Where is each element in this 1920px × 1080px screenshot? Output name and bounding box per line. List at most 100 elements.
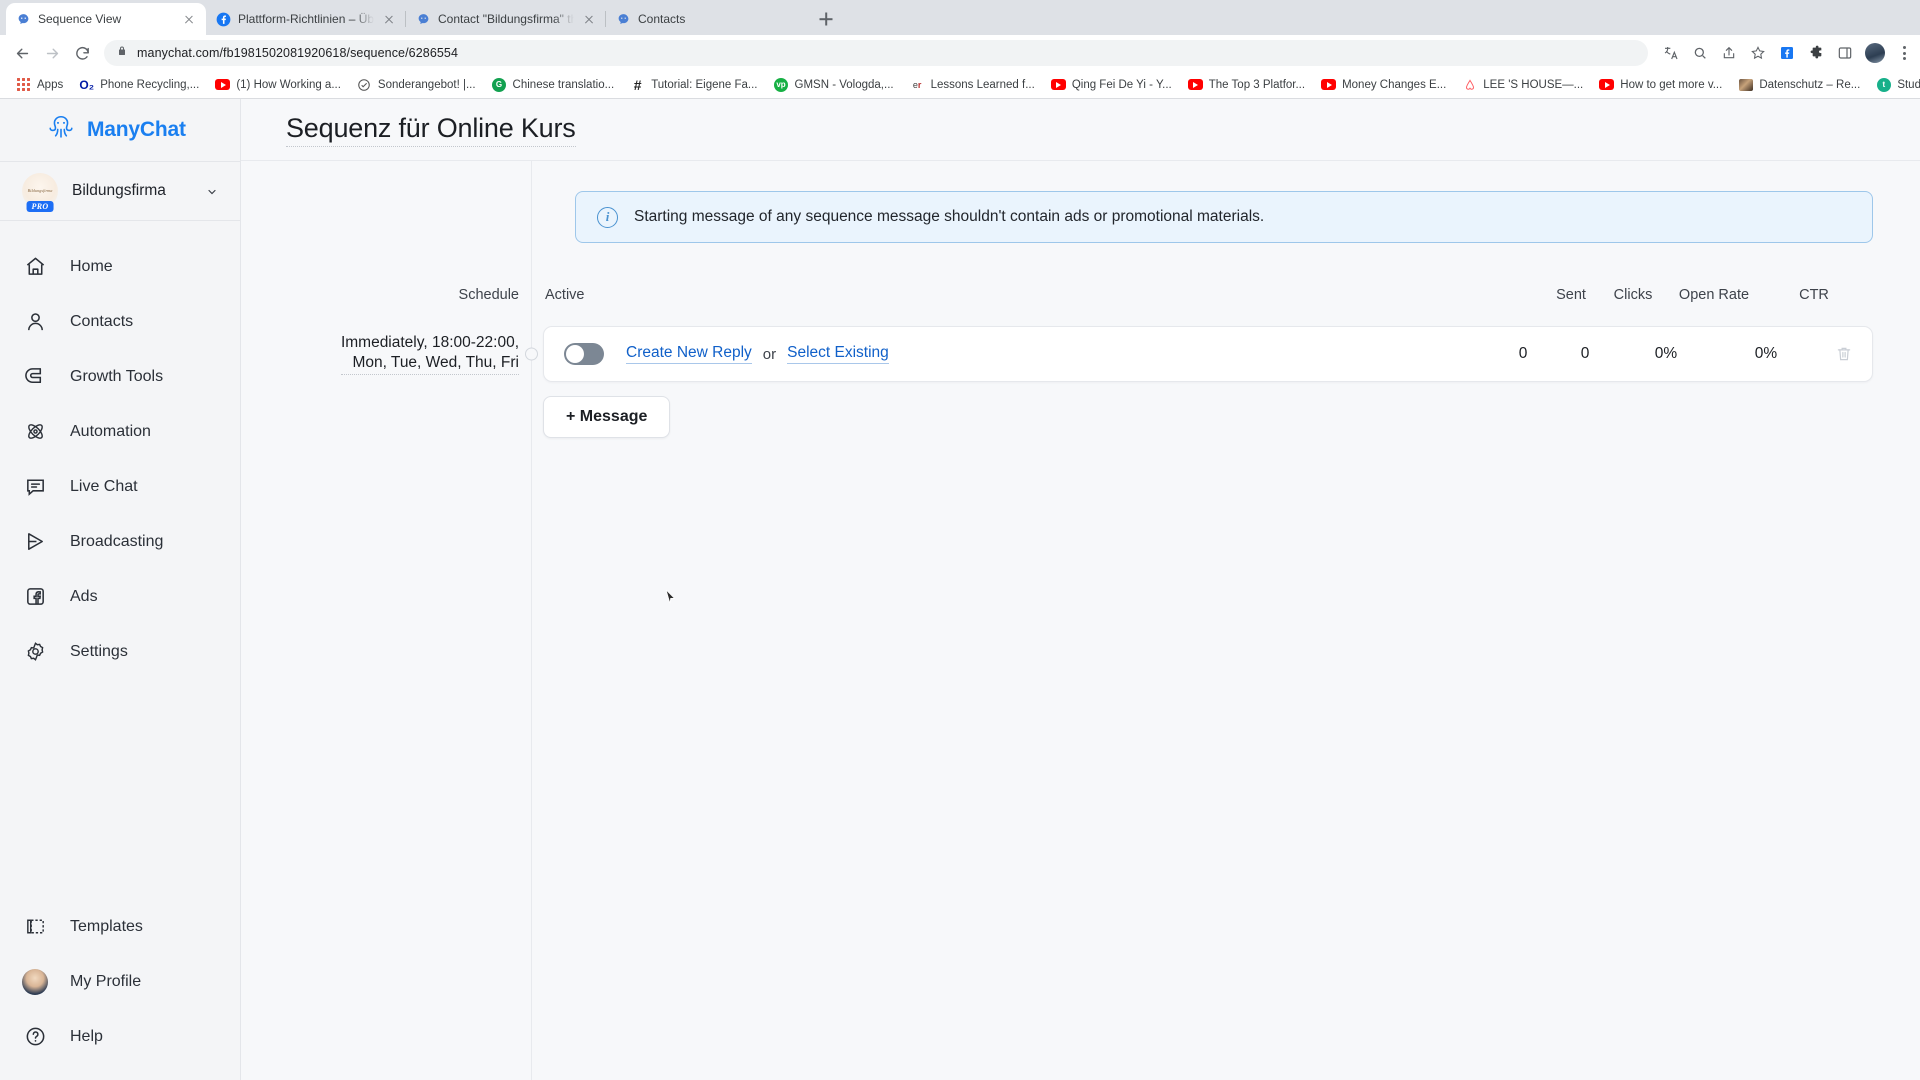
sidebar-item-automation[interactable]: Automation <box>0 404 240 459</box>
sidebar-item-label: Help <box>70 1027 103 1045</box>
bookmark-item[interactable]: # Tutorial: Eigene Fa... <box>622 73 765 97</box>
sidebar-item-ads[interactable]: Ads <box>0 569 240 624</box>
browser-tab-3[interactable]: Contacts <box>605 3 806 35</box>
bookmark-item[interactable]: vp GMSN - Vologda,... <box>766 73 902 97</box>
youtube-icon <box>1050 77 1066 92</box>
column-header-ctr: CTR <box>1799 287 1829 303</box>
browser-tab-0[interactable]: Sequence View <box>6 3 206 35</box>
share-icon[interactable] <box>1720 44 1738 62</box>
account-switcher[interactable]: Bildungsfirma PRO Bildungsfirma <box>0 161 240 221</box>
account-name: Bildungsfirma <box>72 182 166 199</box>
airbnb-icon <box>1462 77 1477 92</box>
sidebar-nav: Home Contacts Growth Tools Automation Li… <box>0 221 240 679</box>
close-icon[interactable] <box>381 11 397 27</box>
pro-badge: PRO <box>26 201 54 212</box>
address-bar[interactable]: manychat.com/fb1981502081920618/sequence… <box>104 40 1648 66</box>
add-message-button[interactable]: + Message <box>543 396 671 438</box>
bookmark-item[interactable]: How to get more v... <box>1591 73 1730 97</box>
browser-window: Sequence View Plattform-Richtlinien – Üb… <box>0 0 1920 1080</box>
bookmark-apps[interactable]: Apps <box>8 73 71 97</box>
sidebar-item-my-profile[interactable]: My Profile <box>0 954 240 1009</box>
sidebar-item-settings[interactable]: Settings <box>0 624 240 679</box>
browser-tab-2[interactable]: Contact "Bildungsfirma" throug <box>405 3 606 35</box>
add-message-row: + Message <box>241 396 1920 438</box>
sidebar-item-label: Live Chat <box>70 477 138 495</box>
browser-tab-1[interactable]: Plattform-Richtlinien – Übersic <box>206 3 406 35</box>
sidebar-item-label: Automation <box>70 422 151 440</box>
o2-icon: O₂ <box>79 77 95 92</box>
chevron-down-icon[interactable] <box>206 185 218 197</box>
bookmark-item[interactable]: O₂ Phone Recycling,... <box>71 73 207 97</box>
cell-open-rate: 0% <box>1654 345 1678 362</box>
bookmark-label: The Top 3 Platfor... <box>1208 78 1306 91</box>
column-header-open-rate: Open Rate <box>1678 287 1750 303</box>
bookmark-label: GMSN - Vologda,... <box>794 78 894 91</box>
sidebar-item-home[interactable]: Home <box>0 239 240 294</box>
bookmark-label: Money Changes E... <box>1342 78 1447 91</box>
brand-logo[interactable]: ManyChat <box>0 99 240 161</box>
sidebar-item-templates[interactable]: Templates <box>0 899 240 954</box>
new-tab-button[interactable] <box>812 5 840 33</box>
sidebar-item-live-chat[interactable]: Live Chat <box>0 459 240 514</box>
bookmark-item[interactable]: t Student Wants an... <box>1868 73 1920 97</box>
bookmark-item[interactable]: (1) How Working a... <box>207 73 349 97</box>
sidebar-item-label: Growth Tools <box>70 367 164 385</box>
bookmark-item[interactable]: Qing Fei De Yi - Y... <box>1043 73 1180 97</box>
puzzle-extension-icon[interactable] <box>1807 44 1825 62</box>
app-body: ManyChat Bildungsfirma PRO Bildungsfirma… <box>0 99 1920 1080</box>
bookmark-item[interactable]: LEE 'S HOUSE—... <box>1454 73 1591 97</box>
youtube-icon <box>1321 77 1337 92</box>
bookmark-star-icon[interactable] <box>1749 44 1767 62</box>
banner-text: Starting message of any sequence message… <box>634 208 1265 225</box>
reload-icon[interactable] <box>68 39 96 67</box>
sidepanel-icon[interactable] <box>1836 44 1854 62</box>
schedule-cell[interactable]: Immediately, 18:00-22:00, Mon, Tue, Wed,… <box>241 326 538 382</box>
bookmark-item[interactable]: er Lessons Learned f... <box>902 73 1043 97</box>
page-title[interactable]: Sequenz für Online Kurs <box>286 113 576 147</box>
sequence-content: i Starting message of any sequence messa… <box>241 161 1920 1080</box>
kebab-menu-icon[interactable] <box>1896 46 1912 60</box>
trash-icon[interactable] <box>1816 345 1872 363</box>
profile-avatar[interactable] <box>1865 43 1885 63</box>
back-icon[interactable] <box>8 39 36 67</box>
active-toggle[interactable] <box>564 343 604 365</box>
tab-title: Contacts <box>638 12 686 26</box>
sidebar-item-contacts[interactable]: Contacts <box>0 294 240 349</box>
facebook-extension-icon[interactable] <box>1778 44 1796 62</box>
cell-sent: 0 <box>1518 345 1528 362</box>
create-new-reply-link[interactable]: Create New Reply <box>626 344 752 364</box>
sidebar-item-label: Templates <box>70 917 143 935</box>
cell-ctr: 0% <box>1754 345 1778 362</box>
bookmark-label: LEE 'S HOUSE—... <box>1483 78 1584 91</box>
select-existing-link[interactable]: Select Existing <box>787 344 889 364</box>
facebook-square-icon <box>22 584 48 610</box>
brand-name: ManyChat <box>87 118 186 141</box>
bookmark-item[interactable]: The Top 3 Platfor... <box>1180 73 1313 97</box>
schedule-line-1: Immediately, 18:00-22:00, <box>340 333 519 351</box>
bookmark-item[interactable]: G Chinese translatio... <box>484 73 623 97</box>
table: Schedule Active Sent Clicks Open Rate CT… <box>241 278 1920 438</box>
sidebar-item-label: Settings <box>70 642 128 660</box>
sidebar-item-help[interactable]: Help <box>0 1009 240 1064</box>
bookmark-item[interactable]: Money Changes E... <box>1313 73 1454 97</box>
question-circle-icon <box>22 1024 48 1050</box>
bookmark-item[interactable]: Sonderangebot! |... <box>349 73 484 97</box>
manychat-icon <box>615 11 631 27</box>
youtube-icon <box>1187 77 1203 92</box>
bookmark-label: Student Wants an... <box>1897 78 1920 91</box>
search-icon[interactable] <box>1691 44 1709 62</box>
sidebar-item-label: My Profile <box>70 972 142 990</box>
translate-icon[interactable] <box>1662 44 1680 62</box>
close-icon[interactable] <box>581 11 597 27</box>
forward-icon[interactable] <box>38 39 66 67</box>
teal-circle-icon: t <box>1876 77 1891 92</box>
bookmark-label: How to get more v... <box>1620 78 1723 91</box>
bookmark-label: Lessons Learned f... <box>930 78 1035 91</box>
message-card: Create New Reply or Select Existing 0 0 … <box>543 326 1873 382</box>
close-icon[interactable] <box>181 11 197 27</box>
sidebar-item-growth-tools[interactable]: Growth Tools <box>0 349 240 404</box>
tab-title: Sequence View <box>38 12 122 26</box>
sidebar-item-broadcasting[interactable]: Broadcasting <box>0 514 240 569</box>
atom-icon <box>22 419 48 445</box>
bookmark-item[interactable]: Datenschutz – Re... <box>1730 73 1868 97</box>
